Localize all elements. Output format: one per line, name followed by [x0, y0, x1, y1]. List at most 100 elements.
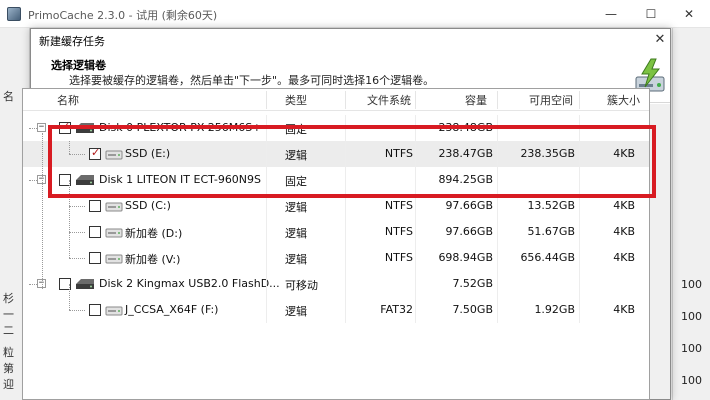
tree-connector [29, 284, 37, 285]
volume-icon [105, 253, 123, 264]
column-divider [266, 141, 267, 167]
column-divider [266, 297, 267, 323]
tree-connector [69, 141, 70, 154]
item-type: 固定 [285, 123, 307, 136]
primocache-app-icon [7, 7, 21, 21]
tree-connector [69, 310, 85, 311]
column-divider [266, 193, 267, 219]
column-divider [497, 193, 498, 219]
volume-tree-list[interactable]: 名称 类型 文件系统 容量 可用空间 簇大小 − ✓ Disk 0 PLEXTOR … [22, 88, 650, 400]
volume-row[interactable]: 新加卷 (D:) 逻辑 NTFS 97.66GB 51.67GB 4KB [23, 219, 649, 245]
volume-row[interactable]: J_CCSA_X64F (F:) 逻辑 FAT32 7.50GB 1.92GB 4KB [23, 297, 649, 323]
item-cluster-size: 4KB [613, 199, 635, 212]
item-name: 新加卷 (D:) [125, 227, 183, 240]
tree-connector [69, 154, 85, 155]
item-type: 逻辑 [285, 305, 307, 318]
item-type: 固定 [285, 175, 307, 188]
step-description: 选择要被缓存的逻辑卷，然后单击"下一步"。最多可同时选择16个逻辑卷。 [69, 74, 435, 87]
item-capacity: 7.52GB [452, 277, 493, 290]
volume-checkbox[interactable] [89, 226, 101, 238]
column-divider [266, 219, 267, 245]
column-header-cluster-size[interactable]: 簇大小 [607, 92, 640, 108]
check-mark-icon: ✓ [91, 146, 101, 159]
volume-row[interactable]: SSD (C:) 逻辑 NTFS 97.66GB 13.52GB 4KB [23, 193, 649, 219]
tree-connector [69, 284, 70, 310]
item-capacity: 698.94GB [438, 251, 493, 264]
tree-connector [69, 258, 85, 259]
volume-icon [105, 149, 123, 160]
item-type: 逻辑 [285, 149, 307, 162]
column-divider [579, 115, 580, 141]
column-divider [497, 219, 498, 245]
item-filesystem: NTFS [384, 251, 413, 264]
disk-row[interactable]: − Disk 2 Kingmax USB2.0 FlashD... 可移动 7.52G… [23, 271, 649, 297]
column-divider [345, 115, 346, 141]
column-divider [415, 141, 416, 167]
main-left-text: 一 [3, 308, 14, 321]
item-name: Disk 1 LITEON IT ECT-960N9S [99, 173, 262, 186]
column-header-free-space[interactable]: 可用空间 [529, 92, 573, 108]
item-name: Disk 2 Kingmax USB2.0 FlashD... [99, 277, 280, 290]
item-filesystem: NTFS [384, 199, 413, 212]
column-divider [415, 219, 416, 245]
column-separator [266, 91, 267, 109]
tree-connector [69, 180, 70, 258]
item-capacity: 97.66GB [445, 225, 493, 238]
column-divider [497, 167, 498, 193]
column-divider [415, 245, 416, 271]
disk-row[interactable]: − ✓ Disk 0 PLEXTOR PX-256M6S+ 固定 238.48GB [23, 115, 649, 141]
hard-disk-icon [75, 174, 95, 186]
disk-row[interactable]: − Disk 1 LITEON IT ECT-960N9S 固定 894.25GB [23, 167, 649, 193]
column-divider [497, 245, 498, 271]
volume-checkbox[interactable] [89, 200, 101, 212]
tree-header: 名称 类型 文件系统 容量 可用空间 簇大小 [23, 89, 649, 111]
item-cluster-size: 4KB [613, 147, 635, 160]
dialog-titlebar: 新建缓存任务 ✕ [31, 29, 670, 51]
volume-row[interactable]: ✓ SSD (E:) 逻辑 NTFS 238.47GB 238.35GB 4KB [23, 141, 649, 167]
item-name: 新加卷 (V:) [125, 253, 181, 266]
main-close-button[interactable]: ✕ [674, 3, 704, 25]
column-header-type[interactable]: 类型 [285, 92, 307, 108]
main-left-text: 第 [3, 362, 14, 375]
column-divider [415, 193, 416, 219]
maximize-button[interactable]: ☐ [636, 3, 666, 25]
tree-connector [42, 133, 43, 289]
volume-checkbox[interactable]: ✓ [89, 146, 101, 160]
column-divider [579, 141, 580, 167]
main-left-text: 名 [3, 90, 14, 103]
item-free-space: 51.67GB [527, 225, 575, 238]
column-divider [345, 167, 346, 193]
item-name: J_CCSA_X64F (F:) [125, 303, 219, 316]
column-divider [266, 245, 267, 271]
column-divider [345, 271, 346, 297]
hard-disk-icon [75, 122, 95, 134]
volume-row[interactable]: 新加卷 (V:) 逻辑 NTFS 698.94GB 656.44GB 4KB [23, 245, 649, 271]
column-divider [345, 193, 346, 219]
item-capacity: 238.48GB [438, 121, 493, 134]
column-header-filesystem[interactable]: 文件系统 [367, 92, 411, 108]
step-title: 选择逻辑卷 [51, 59, 106, 72]
main-right-value: 100 [681, 342, 702, 355]
main-titlebar: PrimoCache 2.3.0 - 试用 (剩余60天) — ☐ ✕ [0, 0, 710, 28]
column-divider [579, 167, 580, 193]
column-divider [497, 297, 498, 323]
column-header-capacity[interactable]: 容量 [465, 92, 487, 108]
volume-checkbox[interactable] [89, 252, 101, 264]
column-divider [579, 193, 580, 219]
dialog-close-button[interactable]: ✕ [651, 30, 669, 50]
tree-expander[interactable]: − [37, 123, 46, 132]
column-header-name[interactable]: 名称 [57, 92, 79, 108]
tree-connector [69, 206, 85, 207]
main-left-text: 二 [3, 324, 14, 337]
main-right-value: 100 [681, 278, 702, 291]
volume-checkbox[interactable]: ✓ [59, 120, 71, 134]
main-right-value: 100 [681, 310, 702, 323]
volume-checkbox[interactable] [89, 304, 101, 316]
item-capacity: 894.25GB [438, 173, 493, 186]
column-divider [579, 245, 580, 271]
item-free-space: 656.44GB [520, 251, 575, 264]
column-divider [497, 271, 498, 297]
item-cluster-size: 4KB [613, 225, 635, 238]
item-cluster-size: 4KB [613, 303, 635, 316]
minimize-button[interactable]: — [596, 3, 626, 25]
